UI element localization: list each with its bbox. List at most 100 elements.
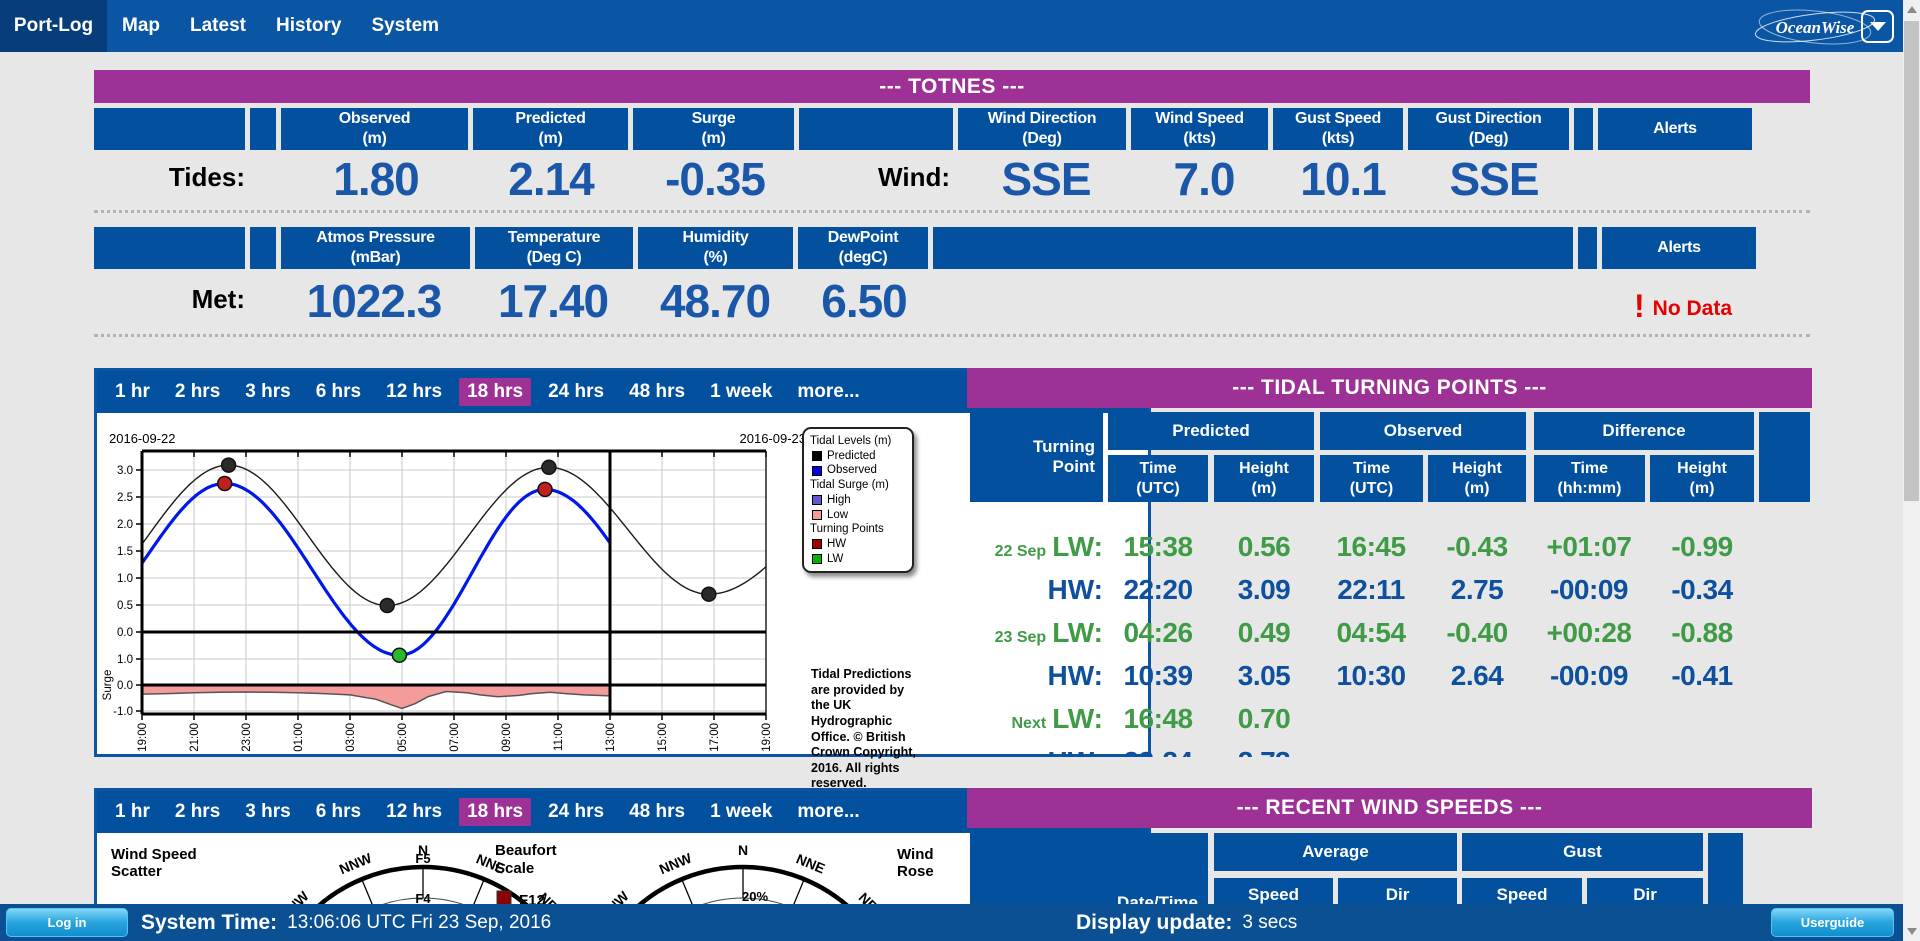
- tab-1hr[interactable]: 1 hr: [107, 798, 158, 826]
- header-blank: [250, 108, 276, 150]
- header-predicted: Predicted(m): [473, 108, 628, 150]
- tab-48hrs[interactable]: 48 hrs: [621, 798, 693, 826]
- tab-3hrs[interactable]: 3 hrs: [237, 798, 298, 826]
- turning-point-value: 22:20: [1123, 574, 1192, 606]
- header-blank: [799, 108, 953, 150]
- legend-item: HW: [812, 537, 908, 552]
- chart-legend: Tidal Levels (m)PredictedObservedTidal S…: [802, 427, 914, 573]
- scroll-down-icon: [1907, 928, 1917, 935]
- wind-row-label: Wind:: [878, 162, 950, 193]
- system-time: System Time: 13:06:06 UTC Fri 23 Sep, 20…: [141, 904, 551, 941]
- nav-item-latest[interactable]: Latest: [190, 15, 246, 37]
- tides-predicted-value: 2.14: [508, 152, 594, 206]
- tab-12hrs[interactable]: 12 hrs: [378, 798, 450, 826]
- chart-date-right: 2016-09-23: [692, 431, 806, 446]
- legend-swatch: [812, 510, 822, 520]
- turning-point-value: 04:26: [1123, 617, 1192, 649]
- humidity-value: 48.70: [660, 274, 770, 328]
- turning-point-row: NextHW:23:242.73: [967, 746, 1812, 757]
- turning-point-label: NextLW:: [1012, 703, 1104, 735]
- header-alerts: Alerts: [1598, 108, 1752, 150]
- header-blank: [1574, 108, 1593, 150]
- nav-dropdown-button[interactable]: [1861, 10, 1894, 43]
- tab-18hrs[interactable]: 18 hrs: [459, 798, 531, 826]
- header-sub-4: Time(hh:mm): [1534, 455, 1645, 502]
- nav-item-map[interactable]: Map: [122, 15, 160, 37]
- turning-point-row: HW:22:203.0922:112.75-00:09-0.34: [967, 574, 1812, 610]
- svg-text:13:00: 13:00: [605, 723, 617, 752]
- turning-point-value: 04:54: [1336, 617, 1405, 649]
- turning-point-value: 16:48: [1123, 703, 1192, 735]
- svg-text:Rose: Rose: [897, 863, 934, 880]
- header-wind_direction: Wind Direction(Deg): [958, 108, 1126, 150]
- tab-1week[interactable]: 1 week: [702, 378, 780, 406]
- tab-12hrs[interactable]: 12 hrs: [378, 378, 450, 406]
- header-gust_speed: Gust Speed(kts): [1273, 108, 1403, 150]
- header-group-gust: Gust: [1462, 833, 1703, 871]
- tab-6hrs[interactable]: 6 hrs: [308, 798, 369, 826]
- svg-text:1.0: 1.0: [117, 573, 133, 585]
- turning-point-value: 0.70: [1238, 703, 1291, 735]
- wind-direction-value: SSE: [1001, 152, 1090, 206]
- nav-item-system[interactable]: System: [371, 15, 439, 37]
- met-alert: !No Data: [1634, 288, 1732, 325]
- legend-item: Observed: [812, 463, 908, 478]
- header-group-difference: Difference: [1534, 412, 1754, 450]
- tab-1week[interactable]: 1 week: [702, 798, 780, 826]
- chart-attribution: Tidal Predictions are provided by the UK…: [811, 667, 925, 792]
- nav-item-history[interactable]: History: [276, 15, 341, 37]
- header-group-average: Average: [1214, 833, 1457, 871]
- svg-text:F5: F5: [415, 851, 430, 866]
- tides-surge-value: -0.35: [665, 152, 765, 206]
- dewpoint-value: 6.50: [821, 274, 907, 328]
- tab-3hrs[interactable]: 3 hrs: [237, 378, 298, 406]
- scrollbar-thumb[interactable]: [1904, 21, 1919, 501]
- svg-text:Scatter: Scatter: [111, 863, 162, 880]
- svg-text:03:00: 03:00: [345, 723, 357, 752]
- tab-24hrs[interactable]: 24 hrs: [540, 378, 612, 406]
- tab-24hrs[interactable]: 24 hrs: [540, 798, 612, 826]
- turning-point-row: NextLW: 16:48 0.70: [967, 703, 1812, 739]
- display-update: Display update: 3 secs: [1076, 904, 1297, 941]
- tab-6hrs[interactable]: 6 hrs: [308, 378, 369, 406]
- header-blank: [250, 227, 276, 269]
- scroll-up-button[interactable]: [1903, 0, 1920, 19]
- svg-text:2.5: 2.5: [117, 492, 133, 504]
- turning-point-value: 0.56: [1238, 531, 1291, 563]
- tab-more[interactable]: more...: [789, 378, 867, 406]
- portlog-dashboard: Port-Log MapLatestHistorySystem OceanWis…: [0, 0, 1920, 941]
- turning-point-label: 23 SepLW:: [995, 617, 1103, 649]
- svg-text:20%: 20%: [742, 889, 768, 904]
- vertical-scrollbar[interactable]: [1903, 0, 1920, 941]
- turning-point-value: -00:09: [1550, 660, 1628, 692]
- tab-18hrs[interactable]: 18 hrs: [459, 378, 531, 406]
- svg-text:NNE: NNE: [794, 850, 827, 876]
- header-alerts: Alerts: [1602, 227, 1756, 269]
- tab-48hrs[interactable]: 48 hrs: [621, 378, 693, 406]
- svg-text:15:00: 15:00: [657, 723, 669, 752]
- system-time-label: System Time:: [141, 911, 277, 935]
- svg-text:21:00: 21:00: [189, 723, 201, 752]
- tab-2hrs[interactable]: 2 hrs: [167, 378, 228, 406]
- header-observed: Observed(m): [281, 108, 468, 150]
- nav-item-portlog[interactable]: Port-Log: [0, 0, 107, 52]
- userguide-button[interactable]: Userguide: [1771, 908, 1894, 937]
- turning-point-row: HW:10:393.0510:302.64-00:09-0.41: [967, 660, 1812, 696]
- header-dewpoint: DewPoint(degC): [798, 227, 928, 269]
- met-header-row: Atmos Pressure(mBar)Temperature(Deg C)Hu…: [94, 227, 1761, 269]
- alert-text: No Data: [1653, 297, 1732, 320]
- turning-point-row: 23 SepLW:04:260.4904:54-0.40+00:28-0.88: [967, 617, 1812, 653]
- svg-text:19:00: 19:00: [761, 723, 773, 752]
- turning-points-title-bar: --- TIDAL TURNING POINTS ---: [967, 368, 1812, 408]
- turning-point-value: 15:38: [1123, 531, 1192, 563]
- tab-more[interactable]: more...: [789, 798, 867, 826]
- login-button[interactable]: Log in: [6, 908, 128, 937]
- scroll-down-button[interactable]: [1903, 922, 1920, 941]
- header-sub-2: Time(UTC): [1320, 455, 1423, 502]
- svg-text:17:00: 17:00: [709, 723, 721, 752]
- tab-1hr[interactable]: 1 hr: [107, 378, 158, 406]
- recent-wind-title: --- RECENT WIND SPEEDS ---: [1237, 796, 1543, 820]
- svg-text:0.0: 0.0: [117, 627, 133, 639]
- status-bar: Log in System Time: 13:06:06 UTC Fri 23 …: [0, 904, 1903, 941]
- tab-2hrs[interactable]: 2 hrs: [167, 798, 228, 826]
